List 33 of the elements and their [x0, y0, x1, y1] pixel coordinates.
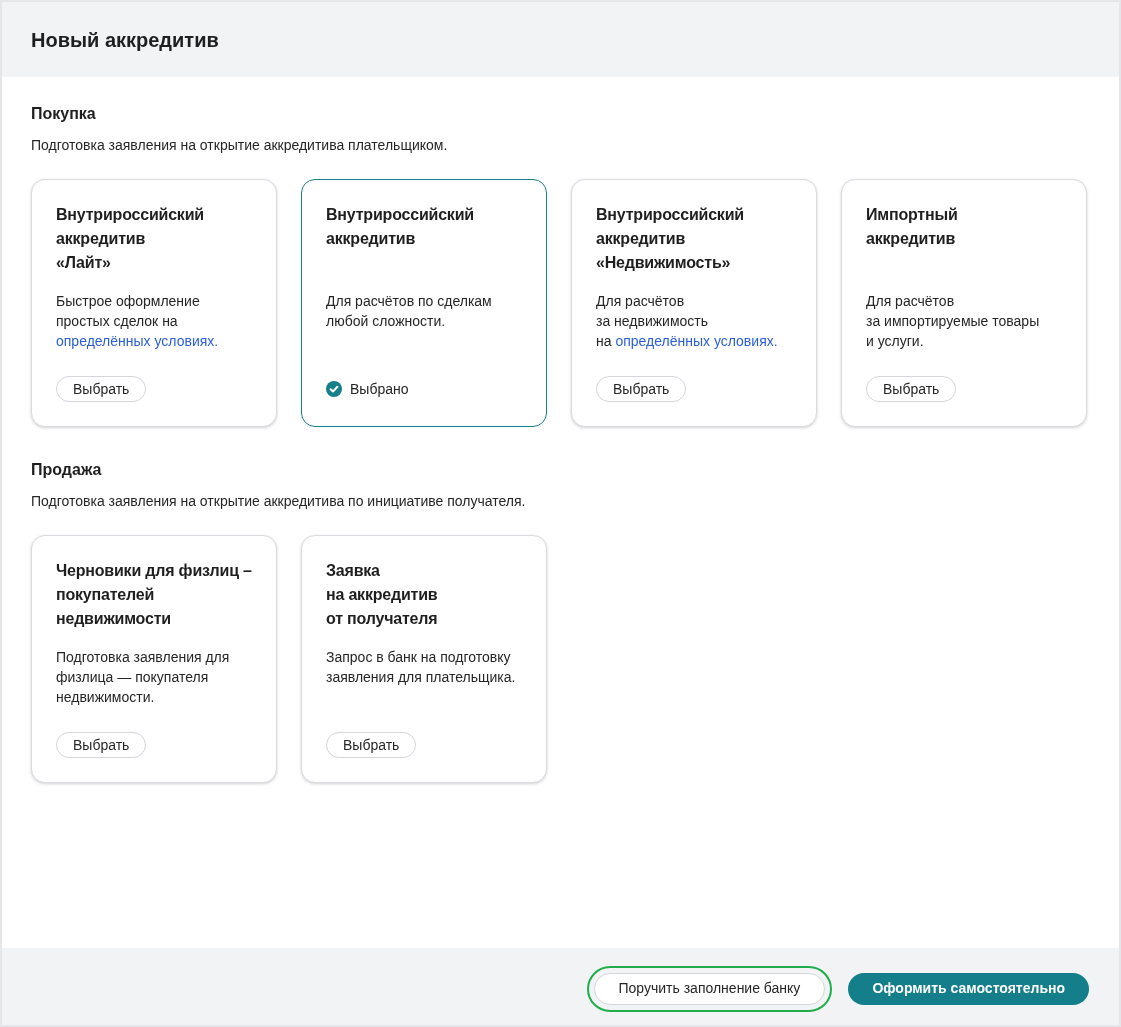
card-description: Подготовка заявления для физлица — покупателя недвижимости. — [56, 648, 231, 707]
card-description: Запрос в банк на подготовку заявления для плательщика. — [326, 648, 517, 687]
option-card[interactable]: Импортный аккредитив Для расчётов за импортируемые товары и услуги. Выбрать — [841, 179, 1087, 427]
select-button[interactable]: Выбрать — [596, 376, 687, 402]
card-description: Для расчётов по сделкам любой сложности. — [326, 292, 493, 331]
card-title: Черновики для физлиц – покупателей недвижимости — [56, 561, 253, 629]
submit-button[interactable]: Оформить самостоятельно — [848, 972, 1089, 1005]
select-button[interactable]: Выбрать — [56, 732, 147, 758]
card-description: Быстрое оформление простых сделок на определённых условиях. — [56, 292, 220, 351]
conditions-link[interactable]: определённых условиях. — [615, 333, 778, 349]
selected-status: Выбрано — [350, 379, 409, 399]
option-card[interactable]: Внутрироссийский аккредитив Для расчётов по сделкам любой сложности. Выбрано — [301, 179, 547, 427]
select-button[interactable]: Выбрать — [326, 732, 417, 758]
card-title: Заявка на аккредитив от получателя — [326, 561, 439, 629]
card-title: Внутрироссийский аккредитив «Лайт» — [56, 205, 205, 273]
section-description: Подготовка заявления на открытие аккредитива плательщиком. — [31, 136, 449, 155]
section-description: Подготовка заявления на открытие аккредитива по инициативе получателя. — [31, 492, 527, 511]
conditions-link[interactable]: определённых условиях. — [56, 333, 219, 349]
card-title: Импортный аккредитив — [866, 205, 959, 249]
select-button[interactable]: Выбрать — [866, 376, 957, 402]
select-button[interactable]: Выбрать — [56, 376, 147, 402]
option-card[interactable]: Черновики для физлиц – покупателей недвижимости Подготовка заявления для физлица — покупателя недвижимости. Выбрать — [31, 535, 277, 783]
option-card[interactable]: Заявка на аккредитив от получателя Запрос в банк на подготовку заявления для плательщика. Выбрать — [301, 535, 547, 783]
card-description: Для расчётов за недвижимость на определённых условиях. — [596, 292, 779, 351]
card-title: Внутрироссийский аккредитив «Недвижимость» — [596, 205, 745, 273]
page-title: Новый аккредитив — [31, 27, 219, 53]
check-circle-icon — [326, 381, 342, 397]
card-description: Для расчётов за импортируемые товары и услуги. — [866, 292, 1041, 351]
card-title: Внутрироссийский аккредитив — [326, 205, 475, 249]
section-title: Покупка — [31, 104, 97, 124]
option-card[interactable]: Внутрироссийский аккредитив «Недвижимость» Для расчётов за недвижимость на определённых условиях. Выбрать — [571, 179, 817, 427]
section-title: Продажа — [31, 460, 103, 480]
option-card[interactable]: Внутрироссийский аккредитив «Лайт» Быстрое оформление простых сделок на определённых условиях. Выбрать — [31, 179, 277, 427]
